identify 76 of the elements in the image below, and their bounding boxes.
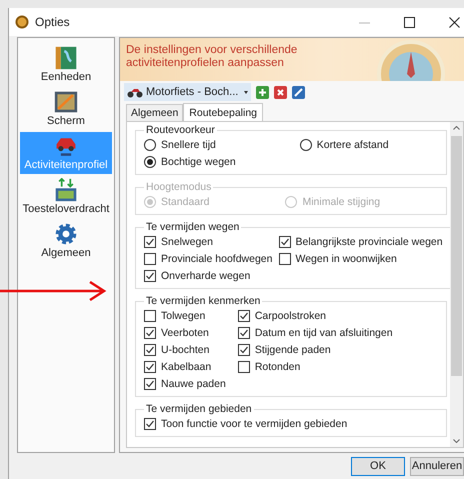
header-title: De instellingen voor verschillende activiteitenprofielen aanpassen bbox=[126, 44, 298, 70]
option-label: Veerboten bbox=[161, 326, 209, 338]
checkbox[interactable] bbox=[144, 326, 156, 338]
option-label: Stijgende paden bbox=[254, 344, 331, 356]
map-icon bbox=[54, 46, 78, 70]
group-title: Routevoorkeur bbox=[145, 124, 216, 136]
group-title: Te vermijden kenmerken bbox=[145, 295, 262, 307]
option-label: Toon functie voor te vermijden gebieden bbox=[161, 418, 348, 430]
add-icon[interactable] bbox=[256, 86, 270, 98]
option-label: Bochtige wegen bbox=[161, 156, 236, 168]
checkbox[interactable] bbox=[278, 252, 290, 264]
option-label: Carpoolstroken bbox=[254, 310, 326, 322]
checkbox[interactable] bbox=[144, 378, 156, 390]
checkbox[interactable] bbox=[238, 360, 250, 372]
edit-icon[interactable] bbox=[292, 86, 306, 98]
checkbox[interactable] bbox=[238, 326, 250, 338]
settings-icon bbox=[54, 222, 78, 246]
profile-dropdown[interactable]: Motorfiets - Boch... bbox=[124, 83, 252, 101]
sidebar-item[interactable]: Algemeen bbox=[20, 220, 112, 262]
scrollbar-thumb[interactable] bbox=[451, 136, 462, 376]
sidebar-label: Scherm bbox=[47, 115, 85, 127]
radio-button[interactable] bbox=[144, 156, 156, 168]
option-label: Nauwe paden bbox=[161, 378, 226, 390]
app-icon bbox=[15, 15, 29, 29]
transfer-icon bbox=[54, 178, 78, 202]
dialog-button[interactable]: Annuleren bbox=[410, 456, 464, 476]
maximize-icon[interactable] bbox=[404, 16, 415, 28]
option-label: Kortere afstand bbox=[316, 138, 389, 150]
radio-button[interactable] bbox=[300, 138, 312, 150]
dialog-button[interactable]: OK bbox=[351, 456, 405, 476]
option-label: Rotonden bbox=[254, 360, 300, 372]
checkbox[interactable] bbox=[144, 418, 156, 430]
option-label: Onverharde wegen bbox=[161, 270, 250, 282]
sidebar-item[interactable]: Toesteloverdracht bbox=[20, 176, 112, 218]
checkbox[interactable] bbox=[144, 252, 156, 264]
option-label: Tolwegen bbox=[161, 310, 206, 322]
checkbox[interactable] bbox=[278, 236, 290, 248]
caret-icon bbox=[244, 90, 248, 94]
scroll-down-icon[interactable] bbox=[453, 439, 460, 443]
scroll-up-icon[interactable] bbox=[453, 126, 460, 130]
group-title: Hoogtemodus bbox=[145, 181, 212, 193]
sidebar-item[interactable]: Eenheden bbox=[20, 44, 112, 86]
motorcycle-icon bbox=[127, 86, 143, 98]
tab[interactable]: Routebepaling bbox=[183, 103, 264, 122]
checkbox[interactable] bbox=[144, 310, 156, 322]
checkbox[interactable] bbox=[238, 310, 250, 322]
radio-button[interactable] bbox=[144, 138, 156, 150]
checkbox[interactable] bbox=[144, 236, 156, 248]
option-label: U-bochten bbox=[161, 344, 210, 356]
option-label: Standaard bbox=[161, 196, 210, 208]
checkbox[interactable] bbox=[144, 270, 156, 282]
checkbox[interactable] bbox=[144, 360, 156, 372]
scrollbar[interactable] bbox=[450, 122, 463, 447]
checkbox[interactable] bbox=[238, 344, 250, 356]
option-label: Wegen in woonwijken bbox=[296, 252, 397, 264]
compass-icon bbox=[376, 38, 446, 81]
checkbox[interactable] bbox=[144, 344, 156, 356]
group-title: Te vermijden gebieden bbox=[145, 403, 253, 415]
option-label: Belangrijkste provinciale wegen bbox=[296, 236, 443, 248]
delete-icon[interactable] bbox=[274, 86, 288, 98]
option-label: Kabelbaan bbox=[161, 360, 212, 372]
sidebar-label: Toesteloverdracht bbox=[22, 203, 110, 215]
option-label: Provinciale hoofdwegen bbox=[161, 252, 272, 264]
option-label: Datum en tijd van afsluitingen bbox=[254, 326, 393, 338]
sidebar-item[interactable]: Scherm bbox=[20, 88, 112, 130]
window-title: Opties bbox=[35, 15, 70, 29]
option-label: Snelwegen bbox=[161, 236, 213, 248]
sidebar-label: Algemeen bbox=[41, 247, 91, 259]
sidebar-label: Eenheden bbox=[40, 71, 92, 83]
close-icon[interactable] bbox=[449, 16, 460, 28]
option-label: Minimale stijging bbox=[302, 196, 380, 208]
sidebar-label: Activiteitenprofiel bbox=[24, 159, 108, 171]
group-title: Te vermijden wegen bbox=[145, 221, 240, 233]
screen-icon bbox=[54, 90, 78, 114]
option-label: Snellere tijd bbox=[161, 138, 216, 150]
tab[interactable]: Algemeen bbox=[126, 104, 184, 121]
